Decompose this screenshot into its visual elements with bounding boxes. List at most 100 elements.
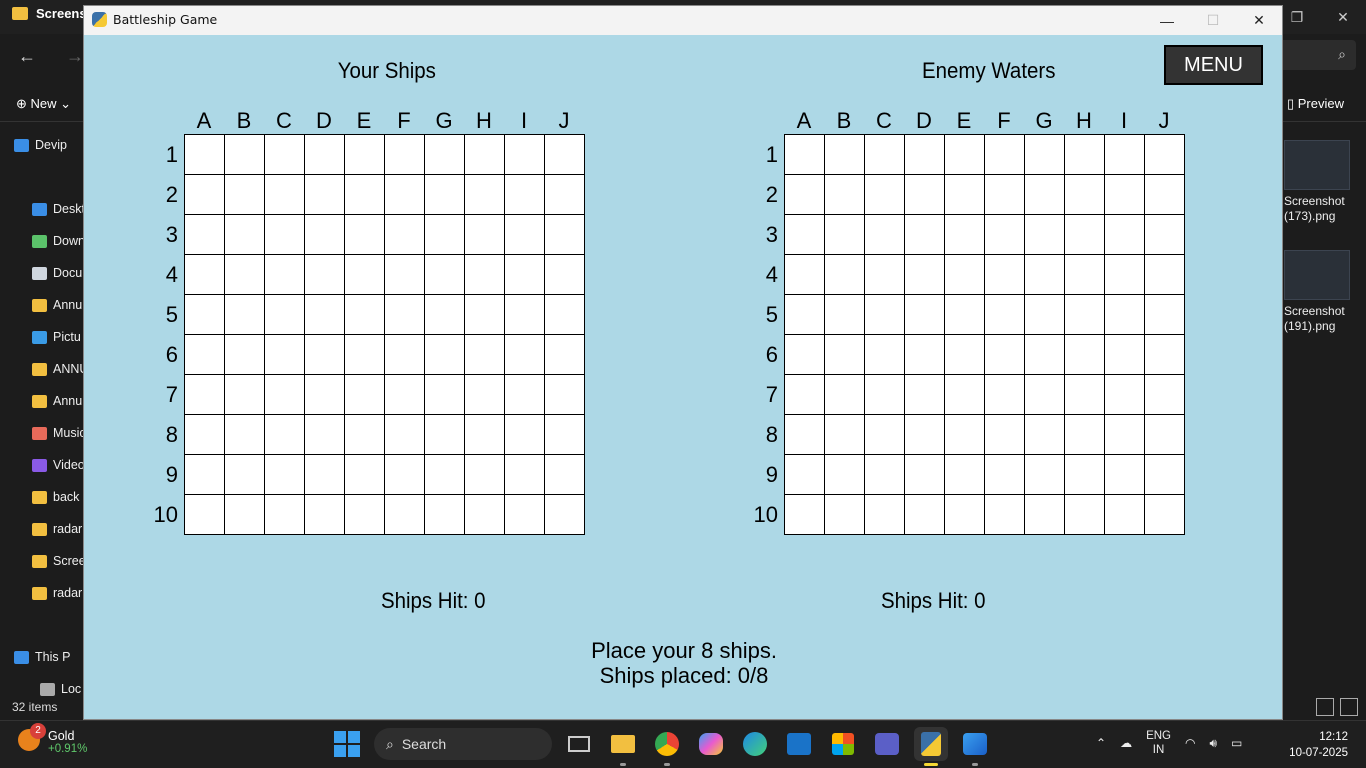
new-button[interactable]: ⊕ New ⌄ [16,96,71,112]
enemy-waters-cell-A10[interactable] [785,495,825,535]
your-ships-cell-J3[interactable] [545,215,585,255]
outlook-icon[interactable] [782,727,816,761]
your-ships-cell-A6[interactable] [185,335,225,375]
your-ships-cell-C9[interactable] [265,455,305,495]
enemy-waters-cell-B7[interactable] [825,375,865,415]
enemy-waters-cell-C1[interactable] [865,135,905,175]
enemy-waters-cell-F10[interactable] [985,495,1025,535]
enemy-waters-cell-B2[interactable] [825,175,865,215]
file-item[interactable]: Screenshot (173).png [1284,140,1366,224]
start-button[interactable] [330,727,364,761]
enemy-waters-cell-F6[interactable] [985,335,1025,375]
copilot-icon[interactable] [694,727,728,761]
your-ships-cell-B7[interactable] [225,375,265,415]
your-ships-cell-B4[interactable] [225,255,265,295]
your-ships-cell-I2[interactable] [505,175,545,215]
menu-button[interactable]: MENU [1164,45,1263,85]
enemy-waters-cell-J4[interactable] [1145,255,1185,295]
enemy-waters-cell-H3[interactable] [1065,215,1105,255]
enemy-waters-cell-I1[interactable] [1105,135,1145,175]
enemy-waters-cell-E5[interactable] [945,295,985,335]
enemy-waters-cell-E7[interactable] [945,375,985,415]
enemy-waters-cell-A3[interactable] [785,215,825,255]
enemy-waters-cell-A5[interactable] [785,295,825,335]
enemy-waters-cell-G10[interactable] [1025,495,1065,535]
enemy-waters-cell-F8[interactable] [985,415,1025,455]
sidebar-item[interactable]: Docu [32,266,82,280]
enemy-waters-cell-I10[interactable] [1105,495,1145,535]
enemy-waters-cell-C10[interactable] [865,495,905,535]
enemy-waters-cell-J3[interactable] [1145,215,1185,255]
onedrive-icon[interactable]: ☁ [1120,736,1132,750]
your-ships-cell-I4[interactable] [505,255,545,295]
enemy-waters-cell-E4[interactable] [945,255,985,295]
your-ships-cell-E4[interactable] [345,255,385,295]
your-ships-cell-J5[interactable] [545,295,585,335]
your-ships-cell-A2[interactable] [185,175,225,215]
enemy-waters-cell-E9[interactable] [945,455,985,495]
your-ships-cell-E8[interactable] [345,415,385,455]
minimize-icon[interactable]: — [1144,6,1190,35]
your-ships-cell-G5[interactable] [425,295,465,335]
your-ships-cell-H10[interactable] [465,495,505,535]
enemy-waters-cell-J7[interactable] [1145,375,1185,415]
sidebar-item[interactable]: radar [32,586,82,600]
your-ships-cell-B10[interactable] [225,495,265,535]
enemy-waters-cell-A7[interactable] [785,375,825,415]
your-ships-cell-J4[interactable] [545,255,585,295]
enemy-waters-cell-J5[interactable] [1145,295,1185,335]
enemy-waters-cell-H9[interactable] [1065,455,1105,495]
your-ships-cell-J7[interactable] [545,375,585,415]
sidebar-item[interactable]: Deskt [32,202,85,216]
your-ships-cell-E3[interactable] [345,215,385,255]
your-ships-cell-A7[interactable] [185,375,225,415]
enemy-waters-cell-I2[interactable] [1105,175,1145,215]
your-ships-cell-G7[interactable] [425,375,465,415]
enemy-waters-cell-D2[interactable] [905,175,945,215]
enemy-waters-cell-I5[interactable] [1105,295,1145,335]
enemy-waters-cell-D7[interactable] [905,375,945,415]
enemy-waters-cell-C7[interactable] [865,375,905,415]
your-ships-cell-H1[interactable] [465,135,505,175]
enemy-waters-cell-E2[interactable] [945,175,985,215]
your-ships-cell-B6[interactable] [225,335,265,375]
your-ships-cell-H3[interactable] [465,215,505,255]
your-ships-cell-B5[interactable] [225,295,265,335]
your-ships-cell-D5[interactable] [305,295,345,335]
enemy-waters-cell-B6[interactable] [825,335,865,375]
enemy-waters-cell-G7[interactable] [1025,375,1065,415]
enemy-waters-cell-E6[interactable] [945,335,985,375]
enemy-waters-cell-D9[interactable] [905,455,945,495]
enemy-waters-cell-I6[interactable] [1105,335,1145,375]
enemy-waters-cell-H1[interactable] [1065,135,1105,175]
your-ships-cell-E5[interactable] [345,295,385,335]
your-ships-cell-F5[interactable] [385,295,425,335]
sidebar-item[interactable]: ANNU [32,362,88,376]
your-ships-cell-I7[interactable] [505,375,545,415]
your-ships-cell-G1[interactable] [425,135,465,175]
chevron-up-icon[interactable]: ⌃ [1096,736,1106,750]
your-ships-cell-F1[interactable] [385,135,425,175]
enemy-waters-cell-E3[interactable] [945,215,985,255]
your-ships-cell-E6[interactable] [345,335,385,375]
your-ships-cell-J8[interactable] [545,415,585,455]
your-ships-cell-B2[interactable] [225,175,265,215]
your-ships-cell-C7[interactable] [265,375,305,415]
battery-icon[interactable]: ▭ [1231,736,1242,750]
enemy-waters-cell-B1[interactable] [825,135,865,175]
your-ships-cell-G6[interactable] [425,335,465,375]
your-ships-cell-C10[interactable] [265,495,305,535]
explorer-tab[interactable]: Screens [12,6,87,21]
enemy-waters-cell-F5[interactable] [985,295,1025,335]
photos-icon[interactable] [958,727,992,766]
sidebar-item[interactable]: Devip [14,138,67,152]
sidebar-item[interactable]: Video [32,458,85,472]
enemy-waters-cell-B10[interactable] [825,495,865,535]
enemy-waters-cell-D6[interactable] [905,335,945,375]
sidebar-item[interactable]: Scree [32,554,86,568]
taskbar-search[interactable]: ⌕ Search [374,728,552,760]
enemy-waters-cell-C8[interactable] [865,415,905,455]
your-ships-cell-H6[interactable] [465,335,505,375]
enemy-waters-cell-G8[interactable] [1025,415,1065,455]
enemy-waters-cell-B5[interactable] [825,295,865,335]
